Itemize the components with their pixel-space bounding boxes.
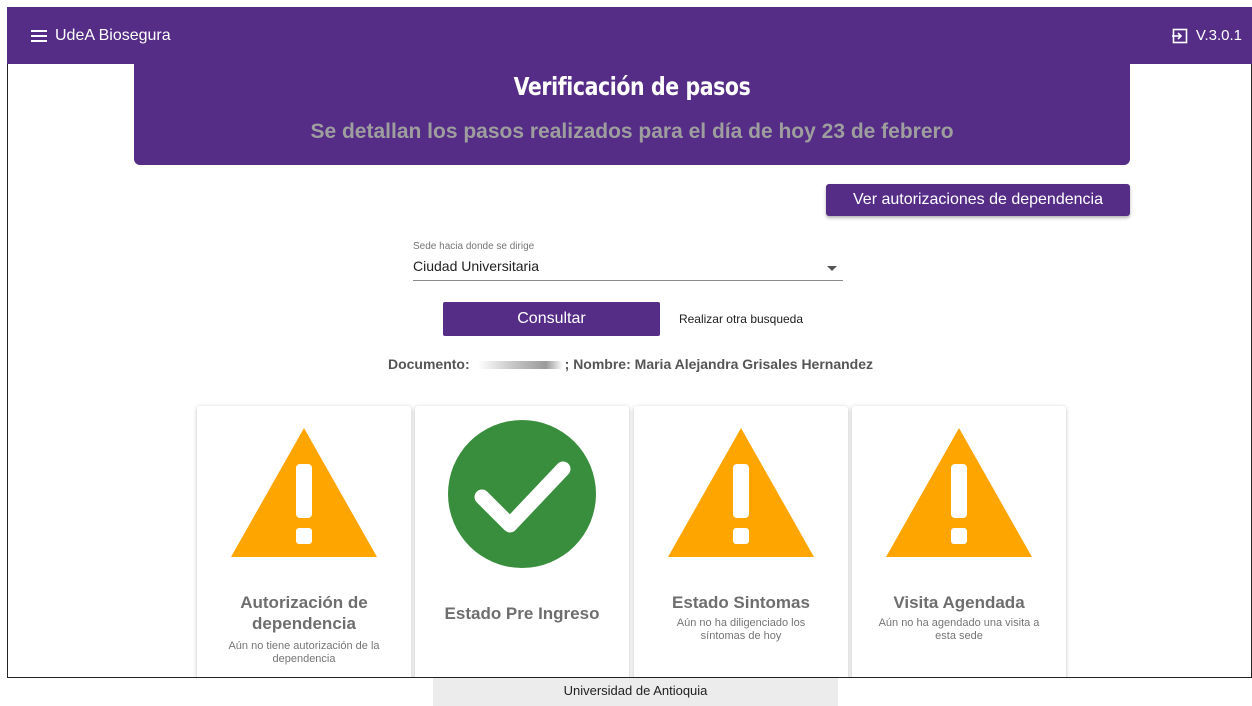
warning-icon [852, 426, 1066, 559]
card-title: Visita Agendada [893, 593, 1025, 612]
main-content: Verificación de pasos Se detallan los pa… [7, 64, 1252, 678]
card-description: Aún no tiene autorización de la dependen… [228, 640, 380, 665]
footer: Universidad de Antioquia [433, 678, 838, 706]
view-authorizations-button[interactable]: Ver autorizaciones de dependencia [826, 184, 1130, 216]
card-pre-entry-status[interactable]: Estado Pre Ingreso [415, 406, 629, 677]
card-title: Autorización de dependencia [240, 593, 368, 633]
document-label: Documento: [387, 356, 470, 372]
page-subtitle: Se detallan los pasos realizados para el… [310, 120, 954, 143]
sede-select-label: Sede hacia donde se dirige [413, 241, 535, 252]
check-circle-icon [415, 419, 629, 569]
warning-icon [634, 426, 848, 559]
dropdown-arrow-icon[interactable] [827, 266, 837, 271]
card-description: Aún no ha agendado una visita a esta sed… [878, 617, 1040, 642]
person-name: Maria Alejandra Grisales Hernandez [634, 356, 874, 372]
warning-icon [197, 426, 411, 559]
other-search-button[interactable]: Realizar otra busqueda [661, 302, 821, 336]
consult-button[interactable]: Consultar [443, 302, 660, 336]
page-title: Verificación de pasos [513, 72, 751, 101]
card-scheduled-visit[interactable]: Visita Agendada Aún no ha agendado una v… [852, 406, 1066, 677]
person-info: Documento: ; Nombre: Maria Alejandra Gris… [8, 356, 1251, 372]
page-banner: Verificación de pasos Se detallan los pa… [134, 64, 1130, 165]
app-header: UdeA Biosegura V.3.0.1 [7, 7, 1252, 64]
card-description: Aún no ha diligenciado los síntomas de h… [676, 617, 806, 642]
logout-icon[interactable] [1171, 28, 1188, 44]
card-title: Estado Sintomas [672, 593, 810, 612]
card-title: Estado Pre Ingreso [444, 604, 600, 623]
card-symptoms-status[interactable]: Estado Sintomas Aún no ha diligenciado l… [634, 406, 848, 677]
app-title: UdeA Biosegura [55, 26, 171, 44]
sede-select-value[interactable]: Ciudad Universitaria [413, 258, 843, 274]
menu-icon[interactable] [31, 29, 47, 42]
document-redacted [477, 361, 563, 370]
sede-select[interactable]: Sede hacia donde se dirige Ciudad Univer… [413, 241, 843, 281]
name-label: ; Nombre: [564, 356, 631, 372]
app-version: V.3.0.1 [1195, 27, 1242, 44]
card-dependency-authorization[interactable]: Autorización de dependencia Aún no tiene… [197, 406, 411, 677]
